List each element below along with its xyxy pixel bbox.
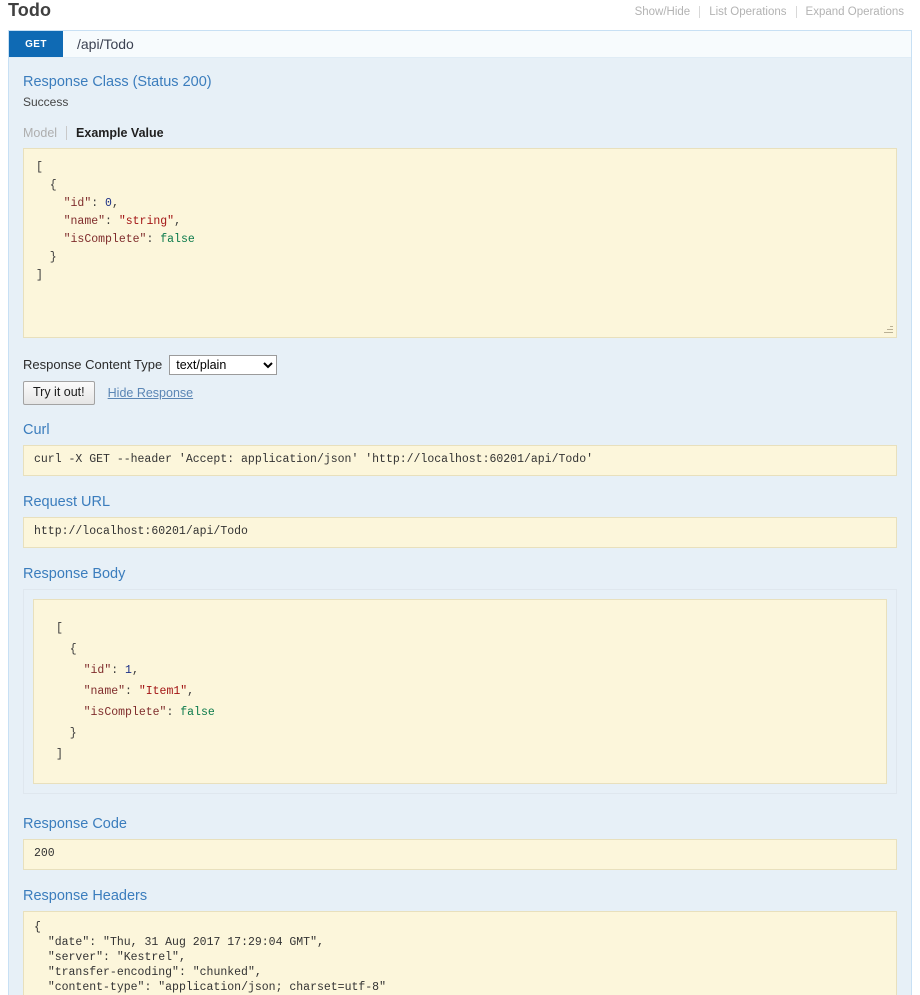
response-class-heading: Response Class (Status 200) xyxy=(23,72,897,92)
page-title: Todo xyxy=(8,0,51,20)
resize-handle-icon[interactable] xyxy=(882,323,894,335)
response-class-description: Success xyxy=(23,95,897,110)
body-key-id: "id" xyxy=(84,664,112,677)
response-body-box[interactable]: [ { "id": 1, "name": "Item1", "isComplet… xyxy=(33,599,887,784)
curl-label: Curl xyxy=(23,421,897,440)
expand-operations-link[interactable]: Expand Operations xyxy=(797,4,910,20)
request-url-label: Request URL xyxy=(23,493,897,512)
header-key-date: "date" xyxy=(48,936,89,949)
curl-command-box[interactable]: curl -X GET --header 'Accept: applicatio… xyxy=(23,445,897,476)
header-val-content-type: "application/json; charset=utf-8" xyxy=(158,981,386,994)
operation-get-api-todo: GET /api/Todo Response Class (Status 200… xyxy=(8,30,912,995)
body-comma-1: , xyxy=(132,664,139,677)
example-line-1: [ xyxy=(36,161,43,174)
response-body-label: Response Body xyxy=(23,565,897,584)
body-val-id: 1 xyxy=(125,664,132,677)
tab-model[interactable]: Model xyxy=(23,126,66,140)
example-key-id: "id" xyxy=(64,197,92,210)
example-line-6: } xyxy=(36,251,57,264)
example-line-7: ] xyxy=(36,269,43,282)
response-content-type-label: Response Content Type xyxy=(23,356,162,374)
response-headers-box[interactable]: { "date": "Thu, 31 Aug 2017 17:29:04 GMT… xyxy=(23,911,897,995)
example-key-iscomplete: "isComplete" xyxy=(64,233,147,246)
body-comma-2: , xyxy=(187,685,194,698)
model-tabs: Model Example Value xyxy=(23,124,897,141)
body-line-2: { xyxy=(56,643,77,656)
example-line-2: { xyxy=(36,179,57,192)
headers-open-brace: { xyxy=(34,921,41,934)
show-hide-link[interactable]: Show/Hide xyxy=(626,4,700,20)
http-method-badge: GET xyxy=(9,31,63,57)
response-body-wrapper: [ { "id": 1, "name": "Item1", "isComplet… xyxy=(23,589,897,794)
response-content-type-select[interactable]: text/plain xyxy=(169,355,277,375)
spacer xyxy=(23,476,897,493)
response-code-label: Response Code xyxy=(23,815,897,834)
spacer xyxy=(23,870,897,887)
response-code-box[interactable]: 200 xyxy=(23,839,897,870)
header-val-server: "Kestrel", xyxy=(117,951,186,964)
example-val-name: "string" xyxy=(119,215,174,228)
body-val-iscomplete: false xyxy=(180,706,215,719)
body-key-iscomplete: "isComplete" xyxy=(84,706,167,719)
list-operations-link[interactable]: List Operations xyxy=(700,4,795,20)
try-it-out-button[interactable]: Try it out! xyxy=(23,381,95,405)
body-key-name: "name" xyxy=(84,685,125,698)
example-comma-2: , xyxy=(174,215,181,228)
hide-response-link[interactable]: Hide Response xyxy=(108,386,193,400)
resource-options: Show/Hide List Operations Expand Operati… xyxy=(626,0,910,20)
example-val-id: 0 xyxy=(105,197,112,210)
operation-body: Response Class (Status 200) Success Mode… xyxy=(9,58,911,995)
response-headers-label: Response Headers xyxy=(23,887,897,906)
example-val-iscomplete: false xyxy=(160,233,195,246)
operation-header-bar[interactable]: GET /api/Todo xyxy=(9,31,911,58)
body-line-6: } xyxy=(56,727,77,740)
operation-path[interactable]: /api/Todo xyxy=(63,31,134,57)
header-key-transfer-encoding: "transfer-encoding" xyxy=(48,966,179,979)
spacer xyxy=(23,548,897,565)
example-value-box[interactable]: [ { "id": 0, "name": "string", "isComple… xyxy=(23,148,897,338)
resource-header: Todo Show/Hide List Operations Expand Op… xyxy=(0,0,920,26)
spacer xyxy=(23,798,897,815)
tab-example-value[interactable]: Example Value xyxy=(66,126,164,140)
response-content-type-row: Response Content Type text/plain xyxy=(23,354,897,375)
body-val-name: "Item1" xyxy=(139,685,187,698)
body-line-7: ] xyxy=(56,748,63,761)
header-key-content-type: "content-type" xyxy=(48,981,145,994)
swagger-ui-page: Todo Show/Hide List Operations Expand Op… xyxy=(0,0,920,995)
body-line-1: [ xyxy=(56,622,63,635)
request-url-box[interactable]: http://localhost:60201/api/Todo xyxy=(23,517,897,548)
example-key-name: "name" xyxy=(64,215,105,228)
header-key-server: "server" xyxy=(48,951,103,964)
submit-row: Try it out! Hide Response xyxy=(23,380,897,405)
header-val-date: "Thu, 31 Aug 2017 17:29:04 GMT", xyxy=(103,936,324,949)
header-val-transfer-encoding: "chunked", xyxy=(193,966,262,979)
example-comma-1: , xyxy=(112,197,119,210)
